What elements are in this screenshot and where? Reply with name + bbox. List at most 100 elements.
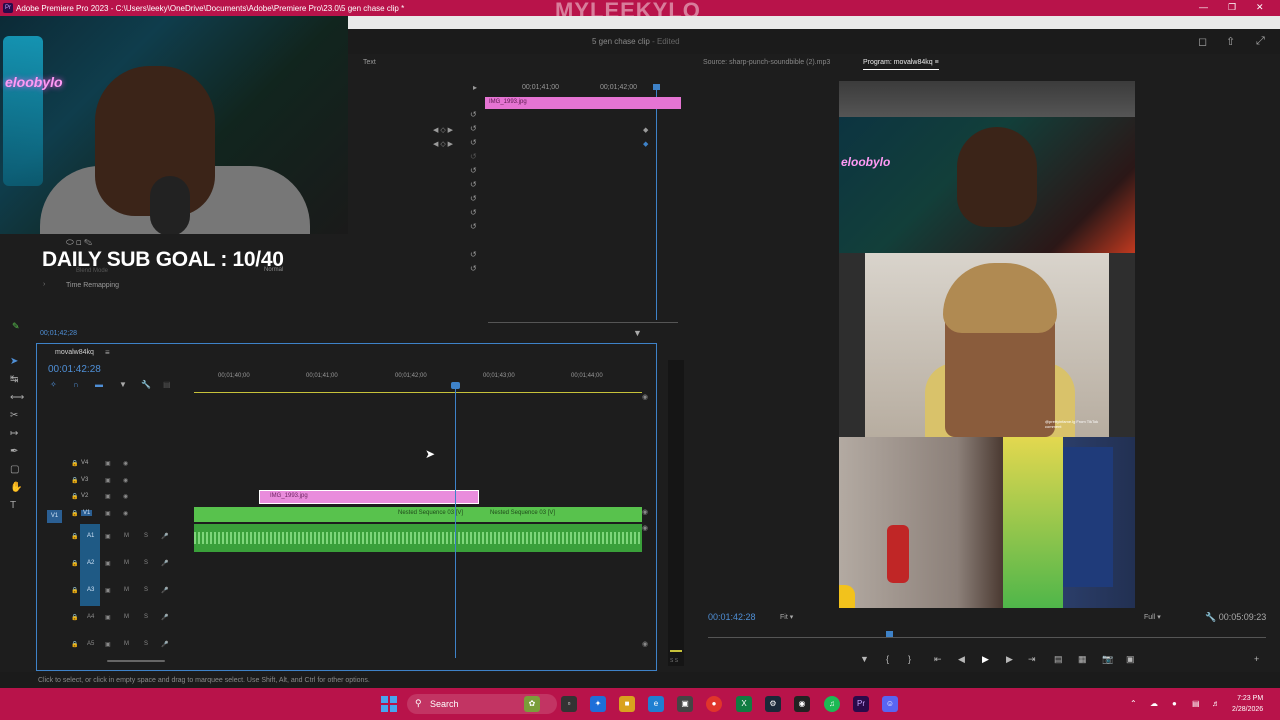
export-frame-icon[interactable]: 📷 — [1102, 654, 1113, 665]
blend-mode-value[interactable]: Normal — [264, 267, 283, 273]
mark-in-icon[interactable]: { — [886, 654, 889, 664]
sequence-tab[interactable]: movalw84kq — [55, 349, 94, 356]
text-tab[interactable]: Text — [363, 59, 376, 66]
reset-icon[interactable]: ↺ — [470, 110, 477, 119]
go-to-out-icon[interactable]: ⇥ — [1028, 654, 1036, 665]
step-forward-icon[interactable]: ▶ — [1006, 654, 1013, 665]
eye-icon[interactable]: ◉ — [123, 493, 128, 500]
maximize-button[interactable]: ❐ — [1228, 2, 1236, 13]
resolution-select[interactable]: Full ▾ — [1144, 613, 1161, 621]
keyframe-nav-icon[interactable]: ◀ ◇ ▶ — [433, 126, 453, 134]
lock-icon[interactable]: 🔒 — [71, 533, 78, 540]
sync-lock-icon[interactable]: ▣ — [105, 460, 111, 467]
solo-button[interactable]: S — [144, 614, 148, 620]
minimize-button[interactable]: — — [1199, 2, 1208, 12]
hand-tool-icon[interactable]: ✋ — [10, 482, 22, 493]
program-current-time[interactable]: 00:01:42:28 — [708, 612, 756, 622]
keyframe-nav-icon[interactable]: ◀ ◇ ▶ — [433, 140, 453, 148]
mute-button[interactable]: M — [124, 587, 129, 593]
mute-button[interactable]: M — [124, 533, 129, 539]
type-tool-icon[interactable]: T — [10, 500, 16, 511]
voiceover-mic-icon[interactable]: 🎤 — [161, 587, 168, 594]
premiere-taskbar-icon[interactable]: Pr — [853, 696, 869, 712]
selection-tool-icon[interactable]: ➤ — [10, 356, 18, 367]
reset-icon[interactable]: ↺ — [470, 152, 477, 161]
sync-lock-icon[interactable]: ▣ — [105, 493, 111, 500]
sync-lock-icon[interactable]: ▣ — [105, 477, 111, 484]
scroll-end-handle[interactable]: ◉ — [642, 393, 648, 401]
source-monitor-tab[interactable]: Source: sharp-punch-soundbible (2).mp3 — [703, 59, 830, 66]
sync-lock-icon[interactable]: ▣ — [105, 533, 111, 540]
file-explorer-icon[interactable]: ■ — [619, 696, 635, 712]
voiceover-mic-icon[interactable]: 🎤 — [161, 533, 168, 540]
voiceover-mic-icon[interactable]: 🎤 — [161, 641, 168, 648]
lock-icon[interactable]: 🔒 — [71, 510, 78, 517]
captions-icon[interactable]: ▤ — [163, 380, 171, 389]
windows-start-icon[interactable] — [381, 696, 397, 712]
steam-icon[interactable]: ⚙ — [765, 696, 781, 712]
voiceover-mic-icon[interactable]: 🎤 — [161, 560, 168, 567]
program-scrub-bar[interactable] — [708, 637, 1266, 638]
solo-button[interactable]: S — [144, 641, 148, 647]
reset-icon[interactable]: ↺ — [470, 180, 477, 189]
ec-zoom-scrollbar[interactable] — [488, 322, 678, 323]
program-playhead[interactable] — [886, 631, 893, 637]
clip-audio-a1[interactable] — [194, 524, 642, 552]
wrench-icon[interactable]: 🔧 — [141, 380, 151, 389]
keyframe-diamond-icon[interactable]: ◆ — [643, 126, 648, 134]
edge-icon[interactable]: e — [648, 696, 664, 712]
play-button[interactable]: ▶ — [982, 654, 989, 665]
lock-icon[interactable]: 🔒 — [71, 460, 78, 467]
razor-tool-icon[interactable]: ✂ — [10, 410, 18, 421]
wrench-icon[interactable]: 🔧 — [1205, 612, 1216, 622]
microphone-tray-icon[interactable]: ● — [1172, 699, 1177, 708]
program-video-frame[interactable]: eloobylo @prettyinfame.lg From TikTok co… — [839, 81, 1135, 608]
add-marker-icon[interactable]: ▼ — [860, 654, 869, 664]
sync-lock-icon[interactable]: ▣ — [105, 614, 111, 621]
mask-tools[interactable]: ⬭ ◻ ✎ — [66, 237, 92, 248]
xbox-icon[interactable]: X — [736, 696, 752, 712]
zoom-fit-select[interactable]: Fit ▾ — [780, 613, 793, 621]
go-to-in-icon[interactable]: ⇤ — [934, 654, 942, 665]
solo-button[interactable]: S — [144, 533, 148, 539]
taskbar-clock[interactable]: 7:23 PM 2/28/2026 — [1232, 693, 1263, 715]
ec-current-time[interactable]: 00;01;42;28 — [40, 330, 77, 337]
reset-icon[interactable]: ↺ — [470, 166, 477, 175]
mute-button[interactable]: M — [124, 641, 129, 647]
scroll-end-handle[interactable]: ◉ — [642, 508, 648, 516]
scroll-end-handle[interactable]: ◉ — [642, 640, 648, 648]
timeline-zoom-scrollbar[interactable] — [107, 660, 165, 662]
linked-selection-icon[interactable]: ▬ — [95, 380, 103, 389]
slip-tool-icon[interactable]: ↦ — [10, 428, 18, 439]
lift-icon[interactable]: ▤ — [1054, 654, 1063, 665]
work-area-bar[interactable] — [194, 392, 642, 393]
sync-lock-icon[interactable]: ▣ — [105, 510, 111, 517]
share-icon[interactable]: ⇧ — [1226, 35, 1235, 48]
reset-icon[interactable]: ↺ — [470, 208, 477, 217]
ripple-edit-tool-icon[interactable]: ⟷ — [10, 392, 24, 403]
track-select-tool-icon[interactable]: ↹ — [10, 374, 18, 385]
chrome-icon[interactable]: ● — [706, 696, 722, 712]
filter-icon[interactable]: ▼ — [633, 328, 642, 338]
eye-icon[interactable]: ◉ — [123, 477, 128, 484]
ec-clip-bar[interactable]: IMG_1993.jpg — [485, 97, 681, 109]
eye-icon[interactable]: ◉ — [123, 460, 128, 467]
time-remapping-label[interactable]: Time Remapping — [66, 282, 119, 289]
snap-icon[interactable]: ∩ — [73, 380, 79, 389]
quick-export-icon[interactable]: ◻ — [1198, 35, 1207, 48]
meter-solo-labels[interactable]: S S — [670, 658, 678, 664]
clip-nested-sequence[interactable]: Nested Sequence 03 [V] Nested Sequence 0… — [194, 507, 642, 522]
program-monitor-tab[interactable]: Program: movalw84kq ≡ — [863, 59, 939, 70]
mute-button[interactable]: M — [124, 614, 129, 620]
rectangle-tool-icon[interactable]: ▢ — [10, 464, 19, 475]
network-icon[interactable]: ▤ — [1192, 699, 1200, 708]
widgets-icon[interactable]: ✿ — [524, 696, 540, 712]
timeline-timecode[interactable]: 00:01:42:28 — [48, 364, 101, 375]
eye-icon[interactable]: ◉ — [123, 510, 128, 517]
reset-icon[interactable]: ↺ — [470, 222, 477, 231]
hamburger-menu-icon[interactable]: ≡ — [935, 59, 939, 66]
lock-icon[interactable]: 🔒 — [71, 560, 78, 567]
mute-button[interactable]: M — [124, 560, 129, 566]
reset-icon[interactable]: ↺ — [470, 124, 477, 133]
spotify-icon[interactable]: ♫ — [824, 696, 840, 712]
